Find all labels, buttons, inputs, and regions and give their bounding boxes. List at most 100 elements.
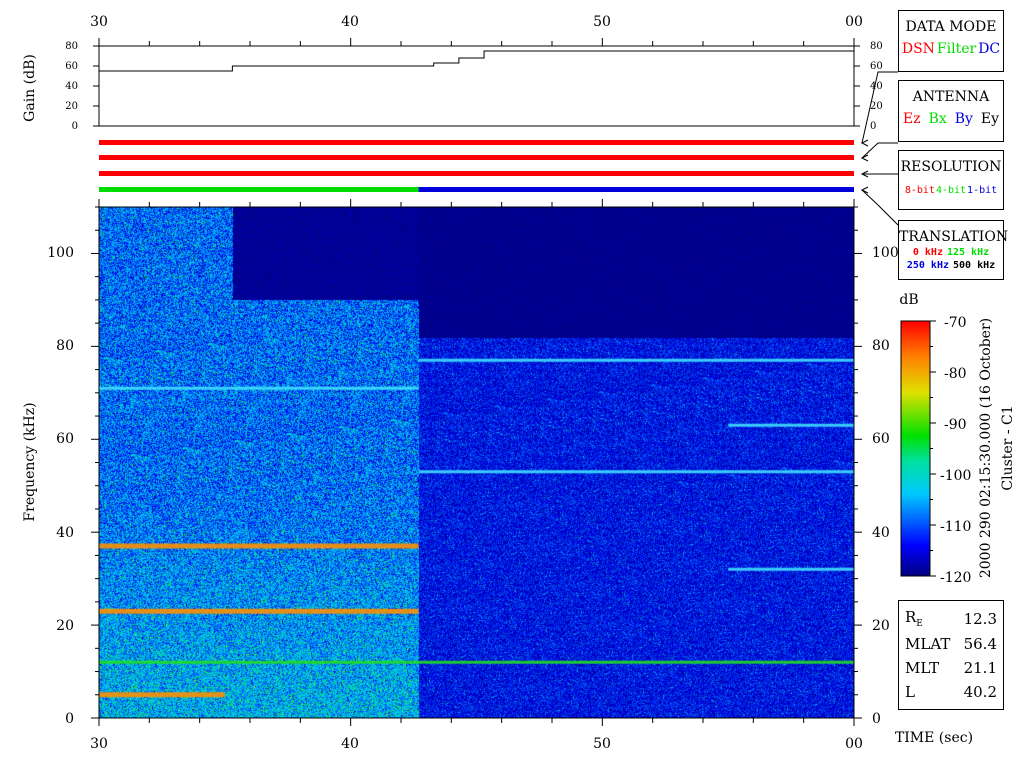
spectrogram-figure: 30 40 50 00 80 60 40 20 0 80 60 40 20 0 … [22,14,1016,752]
pointer-head [860,186,869,194]
translation-125khz: 125 kHz [946,247,990,258]
translation-250khz: 250 kHz [906,260,949,271]
translation-legend: TRANSLATION 0 kHz 125 kHz 250 kHz 500 kH… [898,220,1009,280]
freq-tick-label: 40 [56,525,74,541]
bottom-tick-label: 50 [593,736,611,752]
colorbar-tick-label: -80 [944,366,967,382]
colorbar: dB -70 -80 -90 -100 -110 -120 [899,292,971,586]
translation-0khz: 0 kHz [912,247,943,258]
pointer-line [861,189,899,226]
antenna-legend: ANTENNA Ez Bx By Ey [898,80,1004,142]
colorbar-tick-label: -120 [940,570,971,586]
antenna-bx: Bx [928,111,947,127]
freq-tick-label: 0 [872,711,881,727]
antenna-ey: Ey [980,111,1000,127]
spacecraft-caption: Cluster - C1 [1000,405,1016,490]
freq-tick-label: 100 [872,245,899,261]
gain-tick-label: 60 [870,61,883,72]
l-value: 40.2 [963,683,997,701]
pointer-head [860,154,869,162]
top-tick-label: 40 [341,14,359,30]
status-bar-segment [99,171,854,176]
data-mode-title: DATA MODE [905,19,997,35]
top-tick-label: 50 [593,14,611,30]
gain-ylabels-left: 80 60 40 20 0 [65,41,78,132]
freq-tick-label: 80 [56,338,74,354]
colorbar-tick-label: -70 [944,315,967,331]
gain-tick-label: 40 [65,81,78,92]
freq-tick-label: 100 [47,245,74,261]
status-bar-segment [99,155,854,160]
freq-ylabels-right: 0 20 40 60 80 100 [872,245,899,727]
freq-axis-title: Frequency (kHz) [22,402,38,521]
translation-500khz: 500 kHz [953,260,996,271]
resolution-1bit: 1-bit [967,185,998,196]
re-label-cell: RE [899,605,957,632]
bottom-tick-label: 30 [90,736,108,752]
bottom-tick-label: 40 [341,736,359,752]
resolution-title: RESOLUTION [900,159,1002,175]
time-axis-title: TIME (sec) [895,730,973,746]
top-time-axis: 30 40 50 00 [90,14,863,30]
spectrogram-image [99,207,854,718]
gain-tick-label: 20 [870,101,883,112]
resolution-legend: RESOLUTION 8-bit 4-bit 1-bit [898,150,1004,210]
freq-tick-label: 60 [56,431,74,447]
resolution-8bit: 8-bit [904,185,935,196]
mlat-value: 56.4 [963,635,997,653]
freq-tick-label: 20 [56,618,74,634]
box-pointer-lines [860,71,899,226]
top-tick-label: 00 [845,14,863,30]
gain-series-line [99,50,854,72]
colorbar-tick-label: -110 [940,519,971,535]
status-bar-segment [99,187,419,192]
antenna-title: ANTENNA [912,89,990,105]
colorbar-gradient [900,320,931,577]
status-bar-segment [418,187,854,192]
data-mode-legend: DATA MODE DSN Filter DC [898,10,1004,72]
freq-tick-label: 60 [872,431,890,447]
gain-axis-title: Gain (dB) [22,54,38,122]
freq-tick-label: 0 [65,711,74,727]
data-mode-dsn: DSN [901,41,935,57]
colorbar-tick-marks [930,320,936,577]
translation-title: TRANSLATION [899,229,1009,245]
colorbar-unit: dB [899,292,918,308]
antenna-ez: Ez [902,111,921,127]
gain-tick-label: 0 [870,121,876,132]
gain-tick-label: 20 [65,101,78,112]
orbit-info-table: RE 12.3 MLAT 56.4 MLT 21.1 L 40.2 [898,600,1004,710]
status-bar-segment [99,140,854,145]
re-value: 12.3 [963,609,997,628]
antenna-by: By [954,111,973,127]
l-label: L [905,683,915,701]
freq-tick-label: 40 [872,525,890,541]
mlt-label: MLT [905,659,940,677]
data-mode-dc: DC [978,41,1001,57]
spectrogram-panel: 0 20 40 60 80 100 0 20 40 60 80 100 Freq… [22,199,899,727]
bottom-time-axis: 30 40 50 00 TIME (sec) [90,730,973,752]
mlt-value: 21.1 [963,659,997,677]
status-bars [99,140,854,192]
colorbar-tick-labels: -70 -80 -90 -100 -110 -120 [940,315,971,586]
top-tick-label: 30 [90,14,108,30]
gain-tick-label: 60 [65,61,78,72]
resolution-4bit: 4-bit [935,185,967,196]
re-label: R [905,608,917,626]
gain-panel: 80 60 40 20 0 80 60 40 20 0 Gain (dB) [22,38,883,132]
gain-tick-label: 0 [72,121,78,132]
re-subscript: E [916,619,923,629]
mlat-label: MLAT [905,635,951,653]
bottom-tick-label: 00 [845,736,863,752]
colorbar-tick-label: -100 [940,468,971,484]
freq-tick-label: 80 [872,338,890,354]
colorbar-tick-label: -90 [944,417,967,433]
gain-tick-label: 40 [870,81,883,92]
gain-tick-label: 80 [870,41,883,52]
freq-ylabels-left: 0 20 40 60 80 100 [47,245,74,727]
gain-ylabels-right: 80 60 40 20 0 [870,41,883,132]
freq-tick-label: 20 [872,618,890,634]
gain-tick-label: 80 [65,41,78,52]
data-mode-filter: Filter [936,41,977,57]
date-caption: 2000 290 02:15:30.000 (16 October) [978,318,994,578]
